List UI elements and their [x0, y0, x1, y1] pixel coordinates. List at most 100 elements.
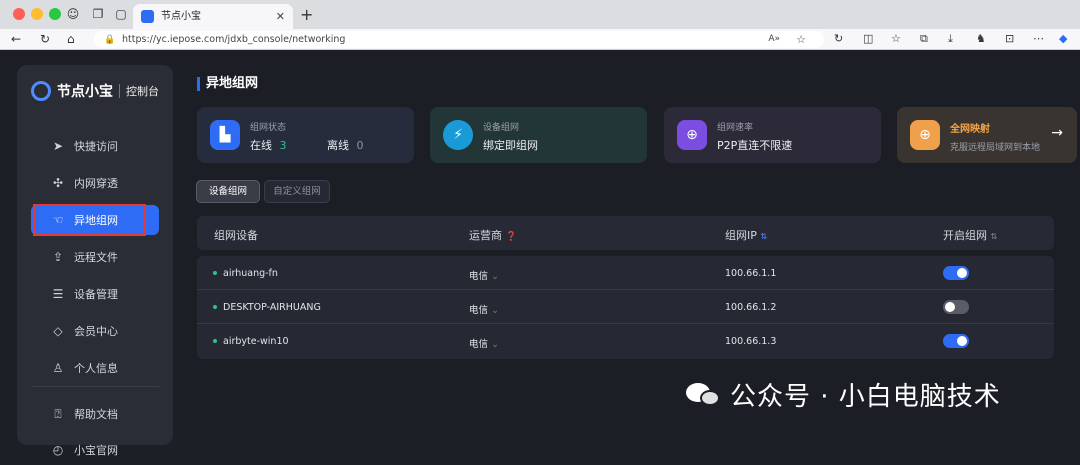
header-enable[interactable]: 开启组网 ⇅ — [943, 227, 997, 243]
sidebar-item-profile[interactable]: ♙ 个人信息 — [31, 353, 159, 383]
card-full-mapping[interactable]: ⊕ 全网映射 克服远程局域网到本地 → — [897, 107, 1077, 163]
extension-icon[interactable]: ♞ — [976, 32, 986, 46]
offline-status: 离线 0 — [327, 137, 364, 153]
network-toggle[interactable] — [943, 300, 969, 314]
mapping-globe-icon: ⊕ — [910, 120, 940, 150]
header-device: 组网设备 — [214, 229, 258, 242]
sidebar-item-devices[interactable]: ☰ 设备管理 — [31, 279, 159, 309]
close-tab-icon[interactable]: ✕ — [276, 4, 285, 29]
sort-icon[interactable]: ⇅ — [760, 232, 767, 241]
downloads-icon[interactable]: ⤓ — [948, 32, 953, 46]
sidebar-item-label: 帮助文档 — [74, 408, 118, 421]
sidebar-item-intranet[interactable]: ✣ 内网穿透 — [31, 168, 159, 198]
close-window-button[interactable] — [13, 8, 25, 20]
carrier-dropdown[interactable]: 电信 ⌄ — [469, 302, 499, 316]
user-icon: ♙ — [52, 361, 64, 375]
device-ip: 100.66.1.1 — [725, 268, 777, 279]
card-value: 克服远程局域网到本地 — [950, 143, 1041, 153]
hand-icon: ☜ — [52, 213, 64, 227]
back-icon[interactable]: ← — [11, 32, 21, 46]
page-content: 节点小宝 控制台 ➤ 快捷访问 ✣ 内网穿透 ☜ 异地组网 ⇪ 远程文件 ☰ 设… — [0, 50, 1080, 457]
browser-tab[interactable]: 节点小宝 ✕ — [133, 4, 293, 29]
split-screen-icon[interactable]: ◫ — [863, 32, 873, 46]
minimize-window-button[interactable] — [31, 8, 43, 20]
online-label: 在线 — [250, 139, 272, 152]
sidebar-item-remote-files[interactable]: ⇪ 远程文件 — [31, 242, 159, 272]
device-ip: 100.66.1.2 — [725, 302, 777, 313]
offline-label: 离线 — [327, 139, 349, 152]
reload-icon[interactable]: ↻ — [40, 32, 50, 46]
sidebar-item-quick-access[interactable]: ➤ 快捷访问 — [31, 131, 159, 161]
fan-icon: ✣ — [52, 176, 64, 190]
sidebar-item-label: 会员中心 — [74, 325, 118, 338]
globe-card-icon: ⊕ — [677, 120, 707, 150]
sort-icon[interactable]: ⇅ — [991, 232, 998, 241]
header-ip[interactable]: 组网IP ⇅ — [725, 227, 767, 243]
network-toggle[interactable] — [943, 266, 969, 280]
sidebar-item-membership[interactable]: ◇ 会员中心 — [31, 316, 159, 346]
card-label: 设备组网 — [483, 123, 520, 133]
send-icon: ➤ — [52, 139, 64, 153]
messenger-icon: ⚡ — [443, 120, 473, 150]
card-device-networking: ⚡ 设备组网 绑定即组网 — [430, 107, 647, 163]
device-name: airhuang-fn — [223, 268, 278, 279]
header-carrier[interactable]: 运营商 ❓ — [469, 227, 517, 243]
site-favicon-icon — [141, 10, 154, 23]
carrier-dropdown[interactable]: 电信 ⌄ — [469, 268, 499, 282]
online-dot-icon — [213, 271, 217, 275]
device-ip: 100.66.1.3 — [725, 336, 777, 347]
favorite-star-icon[interactable]: ☆ — [796, 31, 806, 48]
url-text: https://yc.iepose.com/jdxb_console/netwo… — [122, 34, 346, 45]
sidebar-item-label: 远程文件 — [74, 251, 118, 264]
profile-icon[interactable]: ☺ — [66, 7, 80, 21]
favorites-icon[interactable]: ☆ — [891, 32, 901, 46]
card-label: 组网速率 — [717, 123, 754, 133]
table-header: 组网设备 运营商 ❓ 组网IP ⇅ 开启组网 ⇅ — [197, 216, 1054, 250]
chevron-down-icon: ⌄ — [491, 271, 500, 282]
browser-tabbar: ☺ ❐ ▢ 节点小宝 ✕ + — [0, 0, 1080, 29]
sidebar-item-label: 内网穿透 — [74, 177, 118, 190]
read-aloud-icon[interactable]: A» — [768, 31, 780, 48]
sidebar-item-label: 快捷访问 — [74, 140, 118, 153]
help-circle-icon[interactable]: ❓ — [506, 232, 517, 242]
tab-actions-icon[interactable]: ▢ — [114, 7, 128, 21]
tab-title: 节点小宝 — [161, 11, 201, 22]
arrow-right-icon[interactable]: → — [1051, 125, 1063, 141]
screenshot-icon[interactable]: ⊡ — [1005, 32, 1014, 46]
maximize-window-button[interactable] — [49, 8, 61, 20]
card-label: 全网映射 — [950, 124, 990, 135]
network-toggle[interactable] — [943, 334, 969, 348]
diamond-icon: ◇ — [53, 324, 63, 338]
copilot-icon[interactable]: ◆ — [1059, 32, 1067, 46]
table-body: airhuang-fn 电信 ⌄ 100.66.1.1 DESKTOP-AIRH… — [197, 256, 1054, 359]
online-dot-icon — [213, 339, 217, 343]
sidebar-item-help[interactable]: ⍰ 帮助文档 — [31, 399, 159, 429]
table-row: DESKTOP-AIRHUANG 电信 ⌄ 100.66.1.2 — [197, 290, 1054, 324]
wechat-icon — [686, 381, 722, 409]
logo-subtitle: 控制台 — [126, 85, 159, 98]
home-icon[interactable]: ⌂ — [67, 32, 75, 46]
sidebar-item-label: 异地组网 — [74, 214, 118, 227]
upload-icon: ⇪ — [52, 250, 64, 264]
sidebar: 节点小宝 控制台 ➤ 快捷访问 ✣ 内网穿透 ☜ 异地组网 ⇪ 远程文件 ☰ 设… — [17, 65, 173, 457]
tab-device-networking[interactable]: 设备组网 — [196, 180, 260, 203]
tab-custom-networking[interactable]: 自定义组网 — [264, 180, 330, 203]
sidebar-item-label: 个人信息 — [74, 362, 118, 375]
carrier-dropdown[interactable]: 电信 ⌄ — [469, 336, 499, 350]
workspaces-icon[interactable]: ❐ — [91, 7, 105, 21]
more-menu-icon[interactable]: ⋯ — [1033, 32, 1044, 46]
sidebar-item-label: 小宝官网 — [74, 444, 118, 457]
logo-icon — [31, 81, 51, 101]
logo[interactable]: 节点小宝 控制台 — [31, 79, 159, 103]
server-icon: ☰ — [52, 287, 64, 301]
sidebar-item-networking[interactable]: ☜ 异地组网 — [31, 205, 159, 235]
refresh-icon[interactable]: ↻ — [834, 32, 843, 46]
card-network-speed: ⊕ 组网速率 P2P直连不限速 — [664, 107, 881, 163]
offline-count: 0 — [356, 139, 364, 152]
online-status: 在线 3 — [250, 137, 287, 153]
new-tab-button[interactable]: + — [300, 5, 313, 24]
chevron-down-icon: ⌄ — [491, 305, 500, 316]
address-bar[interactable]: 🔒 https://yc.iepose.com/jdxb_console/net… — [94, 31, 824, 48]
collections-icon[interactable]: ⧉ — [920, 32, 928, 46]
chevron-down-icon: ⌄ — [491, 339, 500, 350]
